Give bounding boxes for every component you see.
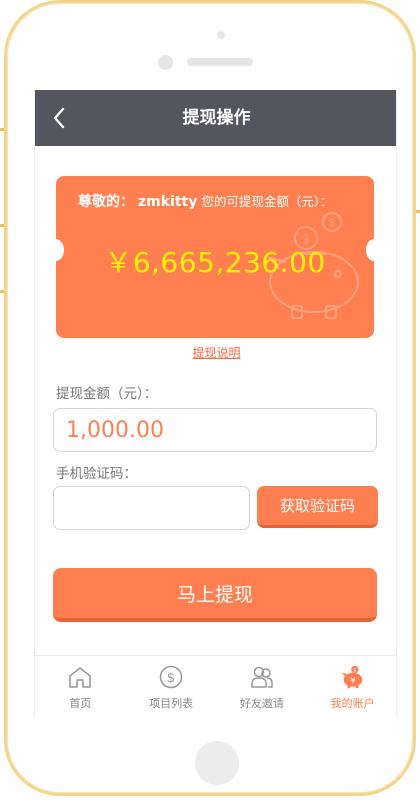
svg-text:¥: ¥ <box>350 675 355 685</box>
frame-mark <box>0 290 4 293</box>
piggy-bank-icon: $ ¥ <box>340 664 366 690</box>
svg-text:$: $ <box>329 216 336 229</box>
app-screen: 提现操作 $ $ 尊敬的： zmkitty 您的可提现金额（元）： ￥6,665,2… <box>34 90 397 717</box>
greeting-label: 尊敬的： <box>78 194 134 210</box>
sensor-dot <box>217 31 225 39</box>
tab-home[interactable]: 首页 <box>35 656 126 717</box>
greeting-text: 尊敬的： zmkitty 您的可提现金额（元）： <box>78 191 333 211</box>
withdrawable-amount: ￥6,665,236.00 <box>104 246 326 279</box>
bottom-tab-bar: 首页 $ 项目列表 好友邀请 $ ¥ 我的账户 <box>35 655 396 717</box>
tab-label: 好友邀请 <box>239 697 284 710</box>
withdraw-explanation-link[interactable]: 提现说明 <box>35 344 396 361</box>
sms-code-label: 手机验证码： <box>56 466 137 482</box>
frame-mark <box>0 128 4 131</box>
tab-label: 项目列表 <box>149 697 194 710</box>
svg-text:$: $ <box>167 671 175 686</box>
tab-friend-invite[interactable]: 好友邀请 <box>217 656 308 717</box>
frame-mark <box>0 224 4 227</box>
tab-label: 我的账户 <box>330 697 375 710</box>
withdrawable-label: 您的可提现金额（元）： <box>201 194 333 209</box>
home-icon <box>67 664 93 690</box>
tab-my-account[interactable]: $ ¥ 我的账户 <box>307 656 396 717</box>
withdraw-now-button[interactable]: 马上提现 <box>53 568 377 622</box>
balance-card: $ $ 尊敬的： zmkitty 您的可提现金额（元）： ￥6,665,236.00 <box>56 176 374 338</box>
username: zmkitty <box>138 194 198 210</box>
dollar-icon: $ <box>158 664 184 690</box>
svg-text:$: $ <box>353 668 357 674</box>
home-button[interactable] <box>195 741 239 785</box>
frame-mark <box>416 210 420 213</box>
sms-code-input[interactable] <box>53 486 250 530</box>
page-title: 提现操作 <box>182 108 251 128</box>
speaker-grille <box>187 58 253 66</box>
friends-icon <box>249 664 275 690</box>
amount-input[interactable] <box>53 408 377 452</box>
tab-label: 首页 <box>69 697 92 710</box>
front-camera <box>158 55 173 70</box>
amount-label: 提现金额（元）： <box>56 386 158 402</box>
get-code-button[interactable]: 获取验证码 <box>257 486 378 528</box>
tab-project-list[interactable]: $ 项目列表 <box>126 656 217 717</box>
nav-header: 提现操作 <box>35 90 396 146</box>
